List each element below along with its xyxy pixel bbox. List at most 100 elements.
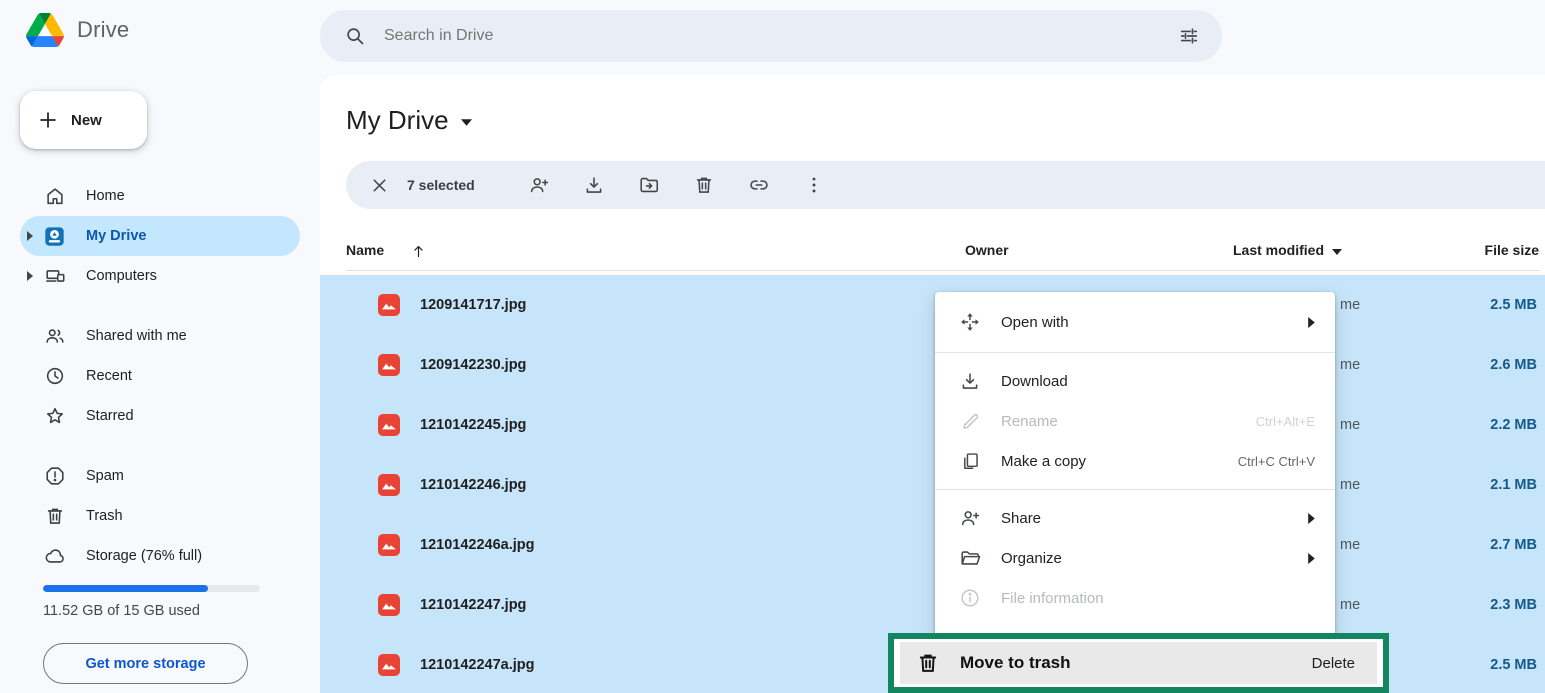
file-size: 2.5 MB bbox=[1490, 635, 1537, 693]
file-size: 2.6 MB bbox=[1490, 335, 1537, 395]
submenu-arrow-icon bbox=[1308, 513, 1315, 524]
selection-toolbar: 7 selected bbox=[346, 161, 1545, 209]
sidebar-item-trash[interactable]: Trash bbox=[20, 496, 300, 536]
file-row[interactable]: 1210142246.jpg me 2.1 MB bbox=[320, 455, 1545, 515]
menu-item-share[interactable]: Share bbox=[935, 498, 1335, 538]
file-row[interactable]: 1209142230.jpg me 2.6 MB bbox=[320, 335, 1545, 395]
storage-progress-bar bbox=[43, 585, 260, 592]
column-header-last-modified[interactable]: Last modified bbox=[1233, 232, 1342, 268]
sidebar: New Home My Drive Computers bbox=[0, 75, 320, 693]
file-name: 1209142230.jpg bbox=[420, 335, 526, 395]
sidebar-item-my-drive[interactable]: My Drive bbox=[20, 216, 300, 256]
plus-icon bbox=[37, 109, 59, 131]
sidebar-item-starred[interactable]: Starred bbox=[20, 396, 300, 436]
pencil-icon bbox=[958, 411, 982, 432]
app-title: Drive bbox=[77, 17, 129, 43]
submenu-arrow-icon bbox=[1308, 317, 1315, 328]
sidebar-item-label: Spam bbox=[86, 468, 124, 484]
get-more-storage-button[interactable]: Get more storage bbox=[43, 643, 248, 684]
share-button[interactable] bbox=[519, 165, 559, 205]
menu-item-rename: Rename Ctrl+Alt+E bbox=[935, 401, 1335, 441]
trash-icon bbox=[44, 505, 66, 527]
column-header-name[interactable]: Name bbox=[346, 232, 427, 268]
menu-item-open-with[interactable]: Open with bbox=[935, 300, 1335, 344]
computers-icon bbox=[44, 265, 66, 287]
sidebar-item-storage[interactable]: Storage (76% full) bbox=[20, 536, 300, 576]
expand-arrow-icon[interactable] bbox=[27, 271, 33, 281]
menu-divider bbox=[935, 352, 1335, 353]
column-header-owner[interactable]: Owner bbox=[965, 232, 1009, 268]
close-icon bbox=[369, 175, 390, 196]
file-name: 1210142247.jpg bbox=[420, 575, 526, 635]
search-bar[interactable] bbox=[320, 10, 1222, 62]
submenu-arrow-icon bbox=[1308, 553, 1315, 564]
menu-shortcut: Ctrl+C Ctrl+V bbox=[1238, 454, 1315, 469]
sidebar-item-label: Home bbox=[86, 188, 125, 204]
menu-shortcut: Ctrl+Alt+E bbox=[1256, 414, 1315, 429]
file-modified-by: me bbox=[1340, 575, 1360, 635]
sidebar-item-home[interactable]: Home bbox=[20, 176, 300, 216]
selection-count-label: 7 selected bbox=[407, 177, 489, 193]
file-list-header: Name Owner Last modified File size bbox=[346, 232, 1541, 271]
folder-move-icon bbox=[638, 174, 660, 196]
file-modified-by: me bbox=[1340, 395, 1360, 455]
file-size: 2.3 MB bbox=[1490, 575, 1537, 635]
menu-item-label: Move to trash bbox=[960, 653, 1312, 673]
image-file-icon bbox=[378, 594, 400, 616]
sidebar-item-recent[interactable]: Recent bbox=[20, 356, 300, 396]
sidebar-item-spam[interactable]: Spam bbox=[20, 456, 300, 496]
storage-progress-fill bbox=[43, 585, 208, 592]
new-button[interactable]: New bbox=[20, 91, 147, 149]
sidebar-item-computers[interactable]: Computers bbox=[20, 256, 300, 296]
sidebar-item-label: Trash bbox=[86, 508, 123, 524]
spam-icon bbox=[44, 465, 66, 487]
download-icon bbox=[583, 174, 605, 196]
person-add-icon bbox=[958, 507, 982, 529]
more-actions-button[interactable] bbox=[794, 165, 834, 205]
image-file-icon bbox=[378, 654, 400, 676]
menu-item-make-a-copy[interactable]: Make a copy Ctrl+C Ctrl+V bbox=[935, 441, 1335, 481]
storage-usage-text: 11.52 GB of 15 GB used bbox=[43, 603, 200, 619]
page-title-dropdown[interactable]: My Drive bbox=[346, 101, 472, 139]
menu-item-label: Organize bbox=[1001, 550, 1308, 567]
image-file-icon bbox=[378, 294, 400, 316]
drive-logo[interactable]: Drive bbox=[26, 13, 129, 47]
trash-button[interactable] bbox=[684, 165, 724, 205]
search-icon[interactable] bbox=[344, 25, 366, 47]
file-row[interactable]: 1210142246a.jpg me 2.7 MB bbox=[320, 515, 1545, 575]
download-button[interactable] bbox=[574, 165, 614, 205]
trash-icon bbox=[916, 651, 940, 675]
menu-item-label: Open with bbox=[1001, 314, 1308, 331]
search-input[interactable] bbox=[384, 27, 1160, 45]
image-file-icon bbox=[378, 534, 400, 556]
file-list: 1209141717.jpg me 2.5 MB 1209142230.jpg … bbox=[320, 275, 1545, 693]
menu-item-move-to-trash[interactable]: Move to trash Delete bbox=[900, 642, 1377, 684]
menu-item-organize[interactable]: Organize bbox=[935, 538, 1335, 578]
cloud-storage-icon bbox=[44, 545, 66, 567]
page-title: My Drive bbox=[346, 105, 449, 136]
file-row[interactable]: 1209141717.jpg me 2.5 MB bbox=[320, 275, 1545, 335]
menu-item-file-information: File information bbox=[935, 578, 1335, 618]
sidebar-item-shared-with-me[interactable]: Shared with me bbox=[20, 316, 300, 356]
file-name: 1210142247a.jpg bbox=[420, 635, 534, 693]
chevron-down-icon bbox=[461, 119, 472, 126]
search-filter-tune-icon[interactable] bbox=[1178, 25, 1200, 47]
header-modified-label: Last modified bbox=[1233, 232, 1324, 268]
header-name-label: Name bbox=[346, 232, 384, 268]
menu-item-download[interactable]: Download bbox=[935, 361, 1335, 401]
recent-clock-icon bbox=[44, 365, 66, 387]
column-header-file-size[interactable]: File size bbox=[1485, 232, 1539, 268]
header-owner-label: Owner bbox=[965, 232, 1009, 268]
sidebar-nav: Home My Drive Computers Shar bbox=[20, 176, 300, 576]
sidebar-item-label: Storage (76% full) bbox=[86, 548, 202, 564]
file-size: 2.2 MB bbox=[1490, 395, 1537, 455]
file-row[interactable]: 1210142245.jpg me 2.2 MB bbox=[320, 395, 1545, 455]
link-icon bbox=[748, 174, 770, 196]
sidebar-item-label: Shared with me bbox=[86, 328, 187, 344]
expand-arrow-icon[interactable] bbox=[27, 231, 33, 241]
move-to-folder-button[interactable] bbox=[629, 165, 669, 205]
star-icon bbox=[44, 405, 66, 427]
file-row[interactable]: 1210142247.jpg me 2.3 MB bbox=[320, 575, 1545, 635]
copy-link-button[interactable] bbox=[739, 165, 779, 205]
clear-selection-button[interactable] bbox=[359, 165, 399, 205]
